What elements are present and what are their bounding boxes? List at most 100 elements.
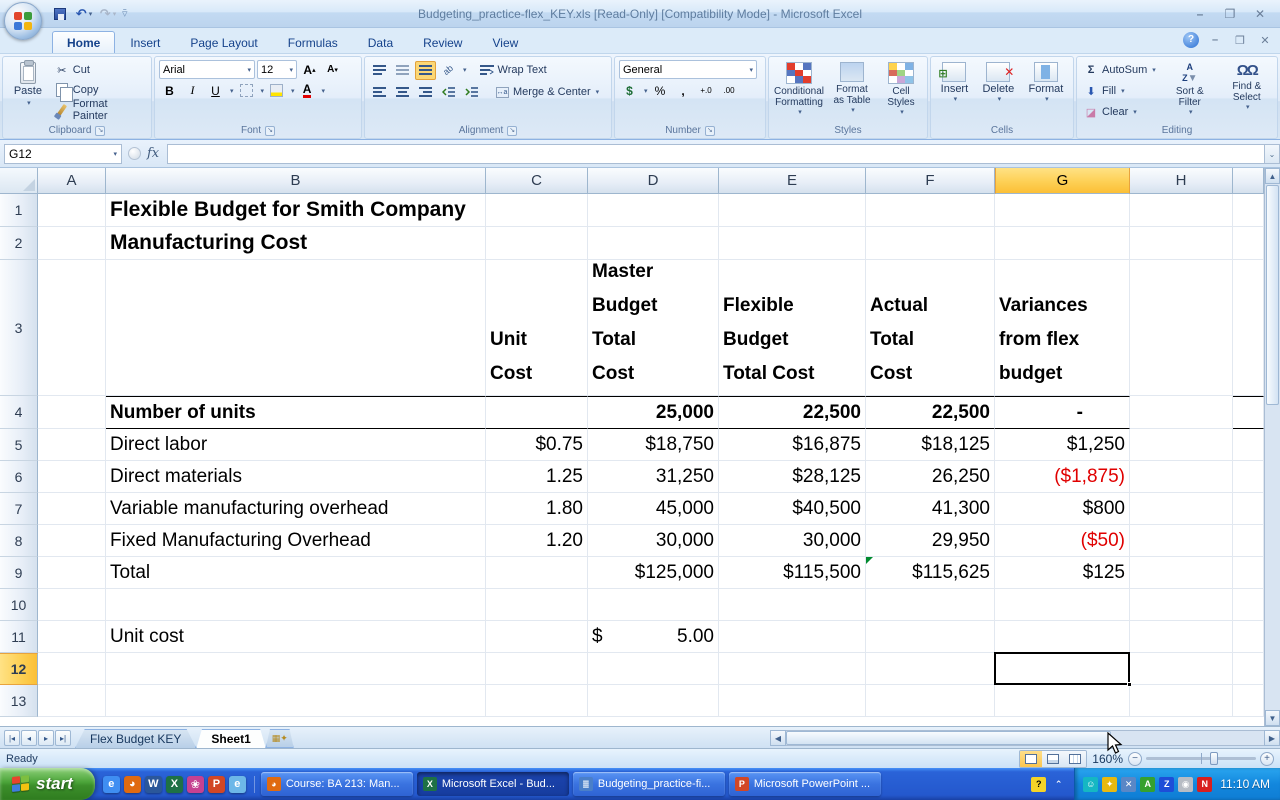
norton-icon[interactable]: N [1197,777,1212,792]
insert-function-button[interactable]: fx [147,146,159,161]
cell-F12[interactable] [866,653,995,685]
cell-E13[interactable] [719,685,866,717]
cell-H6[interactable] [1130,461,1233,493]
align-bottom-icon[interactable] [415,61,436,80]
scroll-up-icon[interactable]: ▲ [1265,168,1280,184]
tab-review[interactable]: Review [408,31,477,53]
conditional-formatting-button[interactable]: Conditional Formatting▾ [773,60,825,123]
cell-x8[interactable] [1233,525,1264,557]
cell-C12[interactable] [486,653,588,685]
italic-button[interactable]: I [182,81,203,100]
messenger-icon[interactable]: ❀ [187,776,204,793]
cell-B6[interactable]: Direct materials [106,461,486,493]
cell-x4[interactable] [1233,396,1264,429]
sheet-tab-flex-budget-key[interactable]: Flex Budget KEY [75,729,196,748]
cell-F7[interactable]: 41,300 [866,493,995,525]
normal-view-button[interactable] [1020,751,1042,767]
scroll-down-icon[interactable]: ▼ [1265,710,1280,726]
antivirus-icon[interactable]: A [1140,777,1155,792]
cell-H10[interactable] [1130,589,1233,621]
cell-F9[interactable]: $115,625 [866,557,995,589]
cell-H4[interactable] [1130,396,1233,429]
cell-E8[interactable]: 30,000 [719,525,866,557]
cell-H9[interactable] [1130,557,1233,589]
cell-B12[interactable] [106,653,486,685]
sort-filter-button[interactable]: AZ▼ Sort & Filter▾ [1161,60,1219,123]
cell-E6[interactable]: $28,125 [719,461,866,493]
cell-B13[interactable] [106,685,486,717]
font-dialog-launcher[interactable]: ↘ [265,126,275,136]
cell-E3[interactable]: FlexibleBudgetTotal Cost [719,260,866,396]
insert-worksheet-button[interactable]: ▦✦ [266,729,294,748]
cell-B7[interactable]: Variable manufacturing overhead [106,493,486,525]
font-family-combo[interactable]: Arial▾ [159,60,255,79]
cell-x7[interactable] [1233,493,1264,525]
cell-A8[interactable] [38,525,106,557]
zonealarm-icon[interactable]: Z [1159,777,1174,792]
merge-center-button[interactable]: ↔aMerge & Center▾ [492,82,601,102]
cell-A4[interactable] [38,396,106,429]
cell-C13[interactable] [486,685,588,717]
underline-button[interactable]: U [205,81,226,100]
cell-F6[interactable]: 26,250 [866,461,995,493]
cell-C11[interactable] [486,621,588,653]
workbook-restore-button[interactable]: ❐ [1231,34,1249,47]
cell-A7[interactable] [38,493,106,525]
page-layout-view-button[interactable] [1042,751,1064,767]
number-dialog-launcher[interactable]: ↘ [705,126,715,136]
cell-x5[interactable] [1233,429,1264,461]
taskbar-window-3[interactable]: PMicrosoft PowerPoint ... [729,772,881,796]
cell-C2[interactable] [486,227,588,260]
row-header-8[interactable]: 8 [0,525,38,557]
cell-D10[interactable] [588,589,719,621]
cell-G5[interactable]: $1,250 [995,429,1130,461]
restore-button[interactable]: ❐ [1218,7,1242,21]
cell-B1[interactable]: Flexible Budget for Smith Company [106,194,486,227]
sheet-tab-sheet1[interactable]: Sheet1 [196,729,265,748]
cell-x9[interactable] [1233,557,1264,589]
cell-A3[interactable] [38,260,106,396]
cell-B2[interactable]: Manufacturing Cost [106,227,486,260]
cell-x11[interactable] [1233,621,1264,653]
cell-G11[interactable] [995,621,1130,653]
cell-H11[interactable] [1130,621,1233,653]
tab-insert[interactable]: Insert [115,31,175,53]
cell-styles-button[interactable]: Cell Styles▾ [879,60,923,123]
cell-G1[interactable] [995,194,1130,227]
cell-A1[interactable] [38,194,106,227]
fill-button[interactable]: ⬇Fill▾ [1081,81,1158,101]
taskbar-window-2[interactable]: ≣Budgeting_practice-fi... [573,772,725,796]
cell-x3[interactable] [1233,260,1264,396]
taskbar-window-0[interactable]: ◕Course: BA 213: Man... [261,772,413,796]
next-sheet-button[interactable]: ▸ [38,730,54,746]
messenger-tray-icon[interactable]: ☺ [1083,777,1098,792]
formula-input[interactable] [167,144,1264,164]
align-right-icon[interactable] [415,83,436,102]
selected-cell-G12[interactable] [994,652,1130,685]
cell-C5[interactable]: $0.75 [486,429,588,461]
cell-G7[interactable]: $800 [995,493,1130,525]
cell-A10[interactable] [38,589,106,621]
start-button[interactable]: start [0,768,95,800]
fill-handle[interactable] [1127,682,1132,687]
zoom-slider-thumb[interactable] [1210,752,1218,765]
cell-F4[interactable]: 22,500 [866,396,995,429]
cell-H12[interactable] [1130,653,1233,685]
row-header-11[interactable]: 11 [0,621,38,653]
row-header-6[interactable]: 6 [0,461,38,493]
cell-F2[interactable] [866,227,995,260]
firefox-icon[interactable]: ◕ [124,776,141,793]
comma-format-button[interactable]: , [673,81,694,100]
column-header-F[interactable]: F [866,168,995,194]
cell-F11[interactable] [866,621,995,653]
cell-G6[interactable]: ($1,875) [995,461,1130,493]
row-header-9[interactable]: 9 [0,557,38,589]
cell-B4[interactable]: Number of units [106,396,486,429]
first-sheet-button[interactable]: |◂ [4,730,20,746]
close-button[interactable]: ✕ [1248,7,1272,21]
zoom-out-button[interactable]: − [1128,752,1142,766]
cell-A5[interactable] [38,429,106,461]
office-button[interactable] [4,2,42,40]
name-box[interactable]: G12▾ [4,144,122,164]
bold-button[interactable]: B [159,81,180,100]
